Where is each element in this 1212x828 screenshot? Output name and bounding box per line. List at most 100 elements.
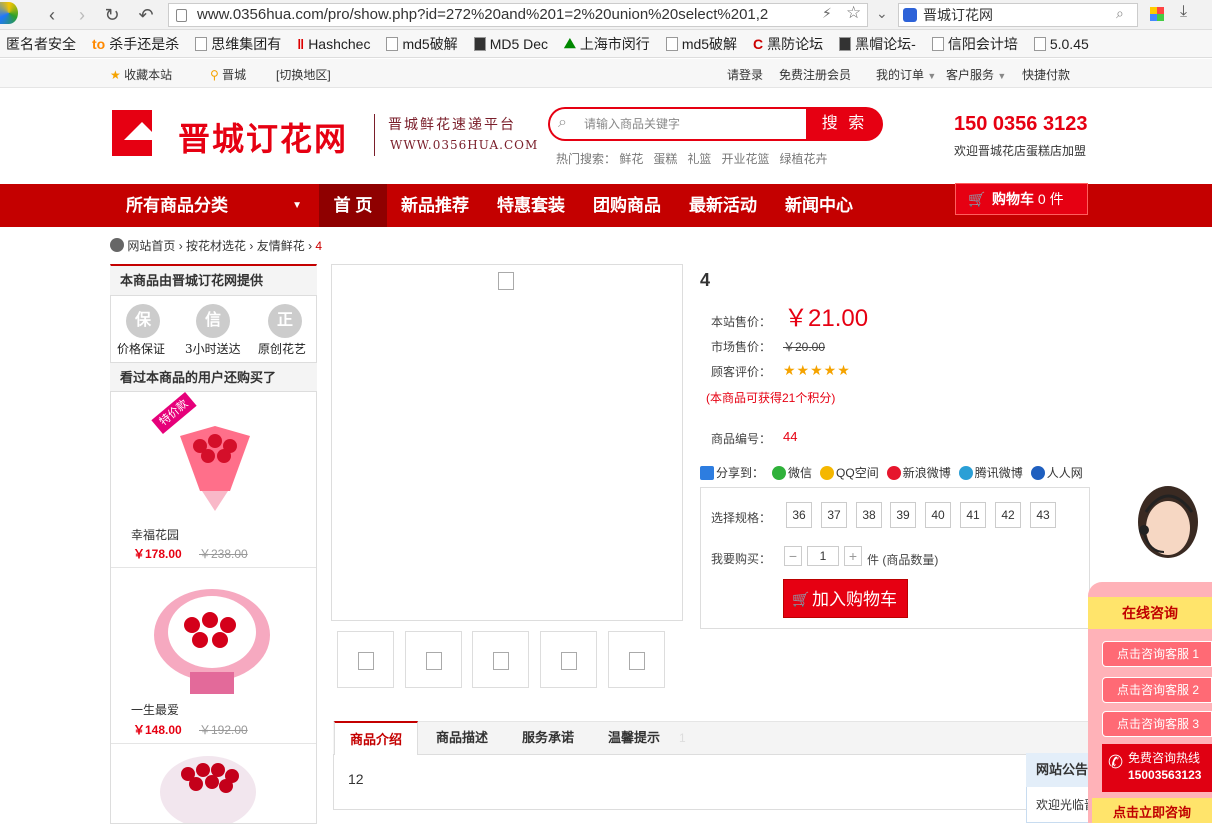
- consult-hotline[interactable]: ✆ 免费咨询热线 15003563123: [1102, 744, 1212, 792]
- bookmark-item[interactable]: 匿名者安全: [0, 34, 86, 54]
- badge-trust-icon: 信: [196, 304, 230, 338]
- breadcrumb-item[interactable]: 友情鲜花: [257, 239, 305, 253]
- lightning-icon[interactable]: ⚡: [822, 5, 832, 22]
- chevron-down-icon[interactable]: ⌄: [876, 5, 888, 22]
- my-orders-menu[interactable]: 我的订单 ▼: [876, 66, 936, 83]
- hot-word[interactable]: 鲜花: [619, 152, 643, 166]
- qty-unit: 件 (商品数量): [867, 553, 939, 567]
- undo-icon[interactable]: ↶: [134, 4, 158, 26]
- share-tencent[interactable]: 腾讯微博: [958, 464, 1023, 481]
- qty-decrease-button[interactable]: −: [784, 546, 802, 566]
- tab-intro[interactable]: 商品介绍: [334, 721, 418, 755]
- apps-icon[interactable]: [1150, 7, 1164, 21]
- notice-text[interactable]: 欢迎光临晋: [1036, 796, 1088, 813]
- thumbnail[interactable]: [337, 631, 394, 688]
- favorite-link[interactable]: ★ 收藏本站: [110, 66, 172, 83]
- consult-button-3[interactable]: 点击咨询客服 3: [1102, 711, 1212, 737]
- nav-news[interactable]: 新闻中心: [775, 184, 863, 227]
- switch-city-link[interactable]: [切换地区]: [276, 66, 331, 83]
- bookmark-item[interactable]: ⛰ 上海市闵行: [558, 34, 660, 54]
- product-image[interactable]: [158, 752, 258, 823]
- search-icon[interactable]: ⌕: [1116, 5, 1124, 22]
- size-option[interactable]: 41: [960, 502, 986, 528]
- site-search-input[interactable]: 请输入商品关键字: [548, 107, 810, 141]
- product-name[interactable]: 幸福花园: [131, 526, 179, 543]
- tab-service[interactable]: 服务承诺: [506, 721, 590, 755]
- bookmark-item[interactable]: ǁ Hashchec: [291, 36, 380, 52]
- bookmark-item[interactable]: 5.0.45: [1028, 36, 1099, 52]
- product-name[interactable]: 一生最爱: [131, 701, 179, 718]
- market-price-label: 市场售价：: [711, 340, 772, 354]
- consult-button-2[interactable]: 点击咨询客服 2: [1102, 677, 1212, 703]
- register-link[interactable]: 免费注册会员: [779, 66, 851, 83]
- nav-group-buy[interactable]: 团购商品: [583, 184, 671, 227]
- consult-button-1[interactable]: 点击咨询客服 1: [1102, 641, 1212, 667]
- forward-icon[interactable]: ›: [70, 4, 94, 26]
- logo-text[interactable]: 晋城订花网: [178, 114, 348, 160]
- bookmark-item[interactable]: to 杀手还是杀: [86, 34, 189, 54]
- bookmark-item[interactable]: 黑帽论坛-: [833, 34, 926, 54]
- size-option[interactable]: 36: [786, 502, 812, 528]
- bookmark-item[interactable]: 信阳会计培: [926, 34, 1028, 54]
- site-search-button[interactable]: 搜 索: [806, 107, 883, 141]
- bookmark-item[interactable]: md5破解: [660, 34, 747, 54]
- reload-icon[interactable]: ↻: [100, 4, 124, 26]
- thumbnail[interactable]: [608, 631, 665, 688]
- nav-special-sets[interactable]: 特惠套装: [487, 184, 575, 227]
- tab-description[interactable]: 商品描述: [420, 721, 504, 755]
- bookmark-item[interactable]: 思维集团有: [189, 34, 291, 54]
- nav-events[interactable]: 最新活动: [679, 184, 767, 227]
- browser-search-input[interactable]: 晋城订花网: [898, 3, 1138, 27]
- share-renren[interactable]: 人人网: [1030, 464, 1083, 481]
- size-option[interactable]: 38: [856, 502, 882, 528]
- quick-pay-link[interactable]: 快捷付款: [1022, 66, 1070, 83]
- thumbnail[interactable]: [405, 631, 462, 688]
- product-image[interactable]: [152, 580, 272, 698]
- breadcrumb-item[interactable]: 按花材选花: [186, 239, 246, 253]
- search-icon: ⌕: [558, 114, 567, 131]
- size-option[interactable]: 40: [925, 502, 951, 528]
- bookmark-icon: [473, 36, 486, 51]
- tab-tips[interactable]: 温馨提示: [592, 721, 676, 755]
- login-link[interactable]: 请登录: [727, 66, 763, 83]
- size-option[interactable]: 39: [890, 502, 916, 528]
- qty-input[interactable]: 1: [807, 546, 839, 566]
- share-qzone[interactable]: QQ空间: [820, 464, 879, 481]
- star-icon[interactable]: ☆: [846, 3, 861, 23]
- badge-label: 3小时送达: [185, 342, 241, 356]
- thumbnail[interactable]: [540, 631, 597, 688]
- hot-word[interactable]: 绿植花卉: [779, 152, 827, 166]
- bookmark-item[interactable]: MD5 Dec: [468, 36, 558, 52]
- bookmark-icon: ⛰: [564, 35, 576, 51]
- hot-word[interactable]: 蛋糕: [653, 152, 677, 166]
- customer-service-menu[interactable]: 客户服务 ▼: [946, 66, 1006, 83]
- address-bar[interactable]: www.0356hua.com/pro/show.php?id=272%20an…: [168, 3, 868, 27]
- share-weibo[interactable]: 新浪微博: [886, 464, 951, 481]
- page-info-icon[interactable]: [176, 9, 187, 22]
- qty-increase-button[interactable]: +: [844, 546, 862, 566]
- size-option[interactable]: 42: [995, 502, 1021, 528]
- hot-word[interactable]: 礼篮: [687, 152, 711, 166]
- bookmark-item[interactable]: C 黑防论坛: [747, 34, 833, 54]
- hot-word[interactable]: 开业花篮: [721, 152, 769, 166]
- nav-new-products[interactable]: 新品推荐: [391, 184, 479, 227]
- download-icon[interactable]: ⤓: [1180, 3, 1187, 21]
- size-option[interactable]: 43: [1030, 502, 1056, 528]
- bookmark-icon: ǁ: [297, 35, 305, 52]
- product-price: ￥148.00: [133, 723, 182, 737]
- size-option[interactable]: 37: [821, 502, 847, 528]
- rating-stars: ★★★★★: [783, 362, 851, 378]
- thumbnail[interactable]: [472, 631, 529, 688]
- all-categories-menu[interactable]: 所有商品分类 ▼: [110, 184, 318, 227]
- nav-home[interactable]: 首 页: [319, 184, 387, 227]
- add-to-cart-button[interactable]: 🛒 加入购物车: [783, 579, 908, 618]
- consult-now-button[interactable]: 点击立即咨询: [1092, 798, 1212, 823]
- bookmark-item[interactable]: md5破解: [380, 34, 467, 54]
- share-wechat[interactable]: 微信: [772, 464, 812, 481]
- main-product-image[interactable]: [331, 264, 683, 621]
- cart-button[interactable]: 🛒 购物车 0 件: [955, 183, 1088, 215]
- breadcrumb-item[interactable]: 网站首页: [127, 239, 175, 253]
- back-icon[interactable]: ‹: [40, 4, 64, 26]
- product-image[interactable]: [170, 416, 260, 514]
- points-note: (本商品可获得21个积分): [706, 391, 836, 405]
